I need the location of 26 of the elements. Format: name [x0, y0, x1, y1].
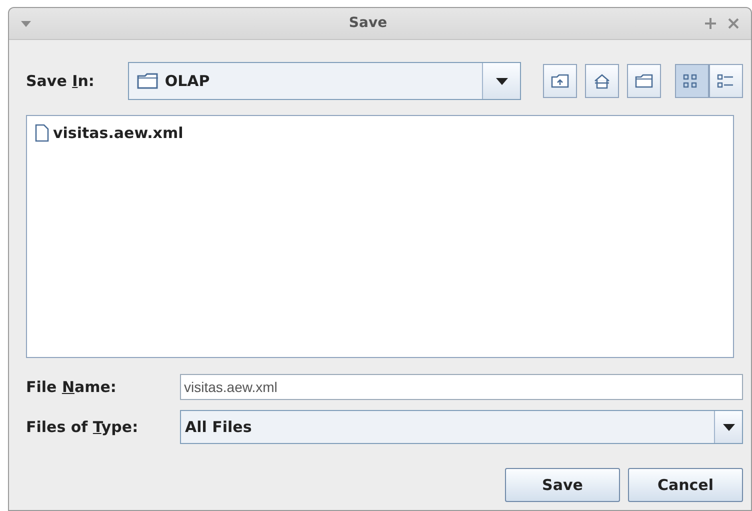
folder-icon: [136, 73, 159, 89]
folder-dropdown[interactable]: OLAP: [128, 62, 521, 100]
save-in-label: Save In:: [26, 70, 96, 92]
menu-icon[interactable]: [21, 20, 31, 26]
dropdown-arrow-icon: [496, 78, 508, 84]
file-icon: [35, 124, 49, 142]
dropdown-arrow-icon: [722, 424, 734, 430]
new-folder-button[interactable]: [627, 64, 661, 98]
details-view-button[interactable]: [709, 64, 743, 98]
dialog-button[interactable]: Save: [505, 468, 620, 502]
file-item[interactable]: visitas.aew.xml: [33, 122, 186, 144]
up-folder-button[interactable]: [543, 64, 577, 98]
maximize-icon[interactable]: [705, 18, 716, 29]
dialog-button[interactable]: Cancel: [628, 468, 743, 502]
list-view-button[interactable]: [675, 64, 709, 98]
details-view-icon: [717, 74, 735, 88]
window-title: Save: [348, 15, 388, 31]
up-folder-icon: [551, 74, 569, 88]
home-button[interactable]: [585, 64, 619, 98]
file-type-dropdown[interactable]: All Files: [180, 410, 743, 444]
home-icon: [593, 74, 611, 88]
file-type-label: Files of Type:: [26, 416, 140, 438]
file-name-field[interactable]: visitas.aew.xml: [180, 374, 743, 400]
folder-icon: [635, 74, 653, 88]
close-icon[interactable]: [728, 18, 739, 29]
file-name-label: File Name:: [26, 376, 118, 398]
